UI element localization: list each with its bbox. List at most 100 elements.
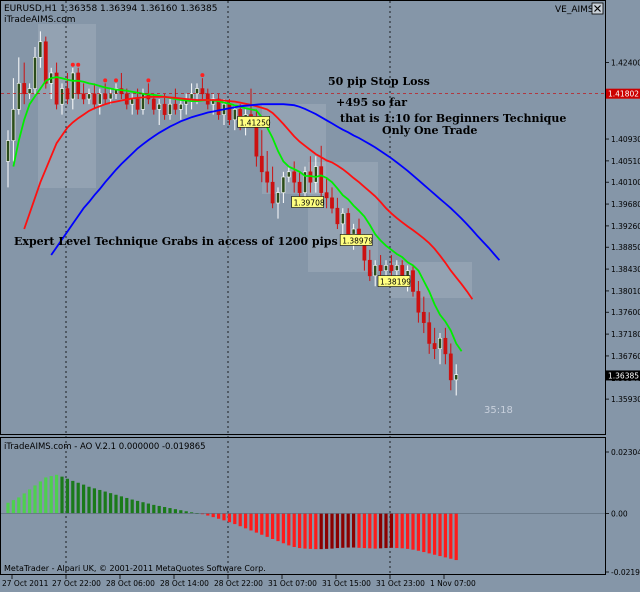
ao-bar	[449, 513, 453, 559]
ao-bar	[303, 513, 307, 549]
candle-body	[178, 103, 183, 110]
ao-bar	[136, 500, 140, 514]
price-tick-label: 1.40930	[611, 135, 640, 144]
annotation-one-trade: Only One Trade	[382, 124, 477, 137]
annotation-stop-loss: 50 pip Stop Loss	[328, 75, 430, 88]
candle-body	[367, 259, 372, 277]
candle-body	[265, 171, 270, 183]
time-tick-label: 28 Oct 14:00	[160, 579, 209, 588]
ao-bar	[163, 507, 167, 514]
close-icon[interactable]	[591, 2, 604, 15]
candle-body	[411, 270, 415, 292]
candle-body	[33, 57, 37, 89]
ao-bar	[28, 489, 32, 514]
ao-bar	[346, 513, 350, 548]
ao-bar	[82, 484, 86, 514]
ao-bar	[454, 513, 458, 561]
annotation-so-far: +495 so far	[336, 96, 407, 109]
ao-bar	[433, 513, 437, 555]
ao-bar	[103, 491, 107, 514]
ao-bar	[114, 494, 118, 514]
candle-body	[232, 109, 237, 121]
ao-bar	[276, 513, 280, 542]
candle-body	[394, 265, 399, 271]
candle-body	[438, 337, 442, 349]
candle-body	[81, 93, 86, 100]
time-tick-label: 27 Oct 22:00	[52, 579, 101, 588]
ao-bar	[422, 513, 426, 553]
candle-body	[281, 176, 286, 193]
ao-bar	[389, 513, 393, 548]
ao-bar	[33, 485, 37, 514]
ao-bar	[92, 488, 96, 514]
candle-body	[22, 83, 27, 95]
candle-body	[286, 171, 291, 178]
price-tick-label: 1.38850	[611, 243, 640, 252]
price-tick-label: 1.40100	[611, 178, 640, 187]
ao-bar	[400, 513, 404, 549]
candle-body	[292, 171, 297, 183]
candle-body	[195, 88, 199, 95]
level-label-text: 1.41250	[240, 118, 271, 127]
ao-bar	[76, 482, 80, 514]
ao-bar	[319, 513, 323, 550]
candle-body	[259, 155, 264, 173]
price-tick-label: 1.39260	[611, 222, 640, 231]
ao-bar	[244, 513, 248, 529]
ao-bar	[260, 513, 264, 535]
time-tick-label: 31 Oct 15:00	[322, 579, 371, 588]
candle-body	[319, 166, 324, 193]
candle-body	[205, 93, 210, 105]
candle-body	[151, 98, 156, 110]
candle-body	[141, 93, 145, 110]
candle-body	[373, 265, 378, 277]
time-tick-label: 27 Oct 2011	[2, 579, 49, 588]
candle-body	[11, 109, 16, 141]
candle-body	[130, 98, 135, 105]
ao-bar	[22, 493, 26, 514]
candle-body	[432, 343, 437, 349]
price-tick-label: 1.40510	[611, 157, 640, 166]
candle-body	[103, 93, 108, 100]
candle-body	[297, 181, 302, 193]
ao-bar	[330, 513, 334, 549]
ao-bar	[38, 481, 42, 514]
price-tick-label: 1.38010	[611, 287, 640, 296]
candle-body	[346, 213, 351, 235]
ao-bar	[55, 474, 59, 514]
candle-body	[313, 166, 318, 183]
candle-body	[384, 265, 388, 271]
candle-body	[173, 103, 178, 110]
ao-bar	[298, 513, 302, 549]
ao-bar	[411, 513, 415, 550]
ao-bar	[238, 513, 242, 527]
signal-dot	[114, 78, 118, 83]
candle-body	[43, 41, 48, 84]
last-price-tag-text: 1.36385	[608, 371, 639, 380]
price-tick-label: 1.38430	[611, 265, 640, 274]
ao-bar	[379, 513, 383, 549]
ao-bar	[146, 503, 150, 514]
price-tick-label: 1.39680	[611, 200, 640, 209]
ao-bar	[60, 476, 64, 514]
ao-bar	[292, 513, 296, 547]
ao-bar	[362, 513, 366, 549]
ao-bar	[87, 486, 91, 514]
ao-bar	[254, 513, 258, 533]
candle-body	[454, 374, 459, 381]
price-tick-label: 1.37180	[611, 330, 640, 339]
indicator-label: VE_AIMS	[555, 5, 594, 15]
time-tick-label: 28 Oct 06:00	[106, 579, 155, 588]
candle-body	[330, 197, 334, 209]
ao-bar	[265, 513, 269, 537]
candle-body	[443, 337, 448, 355]
ao-label: iTradeAIMS.com - AO V.2.1 0.000000 -0.01…	[4, 442, 206, 452]
ao-bar	[141, 502, 145, 514]
level-label-text: 1.38979	[342, 236, 373, 245]
ao-bar	[384, 513, 388, 549]
ao-bar	[168, 508, 172, 514]
ao-bar	[206, 513, 210, 516]
ao-bar	[395, 513, 399, 549]
annotation-expert: Expert Level Technique Grabs in access o…	[14, 235, 338, 248]
ao-bar	[49, 476, 53, 514]
